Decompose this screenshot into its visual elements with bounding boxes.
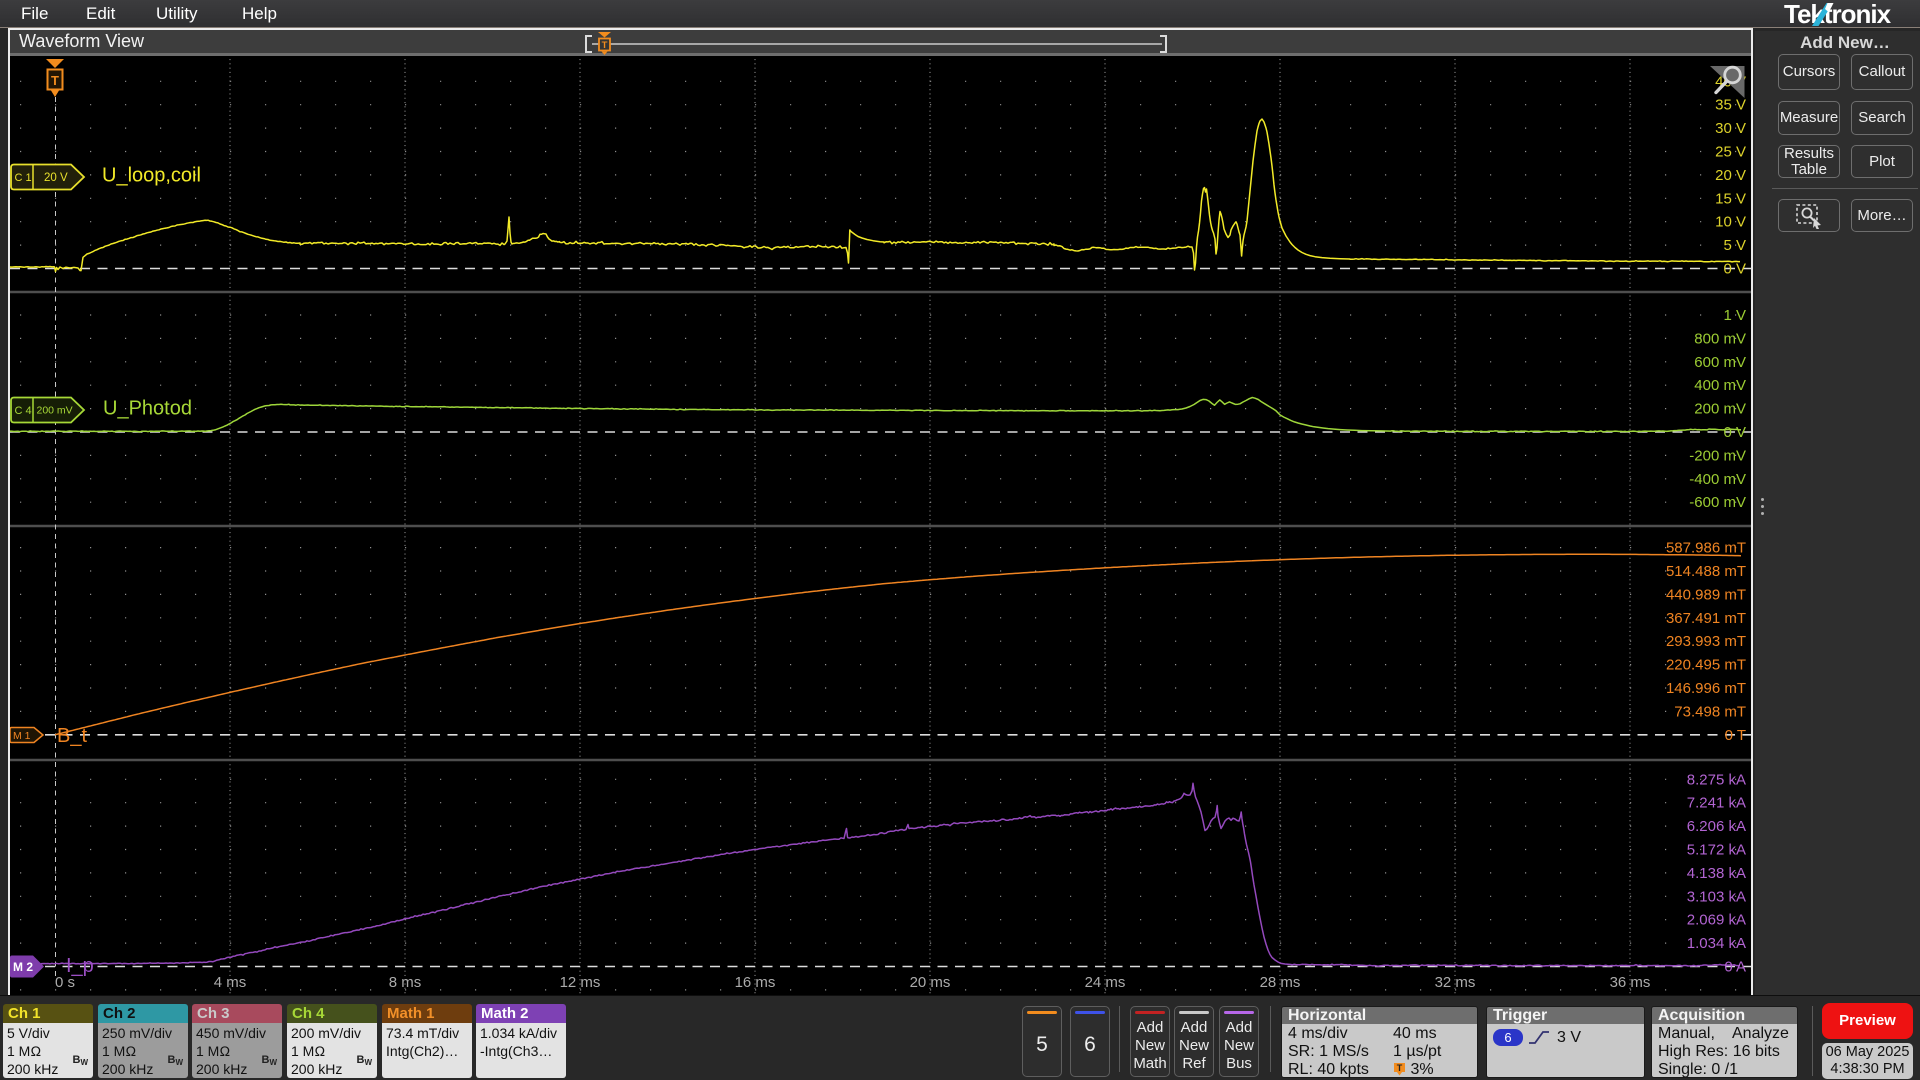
svg-text:4.138 kA: 4.138 kA <box>1687 865 1746 882</box>
svg-text:2.069 kA: 2.069 kA <box>1687 912 1746 929</box>
svg-text:36 ms: 36 ms <box>1610 974 1651 991</box>
svg-text:8 ms: 8 ms <box>389 974 422 991</box>
svg-text:800 mV: 800 mV <box>1694 330 1746 347</box>
svg-text:440.989 mT: 440.989 mT <box>1666 586 1746 603</box>
svg-text:7.241 kA: 7.241 kA <box>1687 795 1746 812</box>
svg-text:T: T <box>51 73 59 88</box>
svg-text:0 A: 0 A <box>1724 959 1746 976</box>
svg-text:200 mV: 200 mV <box>1694 401 1746 418</box>
svg-text:T: T <box>1397 1063 1403 1073</box>
svg-text:587.986 mT: 587.986 mT <box>1666 540 1746 557</box>
svg-text:T: T <box>602 40 608 51</box>
svg-text:200 mV: 200 mV <box>37 405 73 417</box>
svg-text:12 ms: 12 ms <box>560 974 601 991</box>
svg-text:-600 mV: -600 mV <box>1689 494 1746 511</box>
svg-text:8.275 kA: 8.275 kA <box>1687 771 1746 788</box>
svg-text:30 V: 30 V <box>1715 120 1746 137</box>
svg-text:C 1: C 1 <box>15 172 32 184</box>
svg-text:25 V: 25 V <box>1715 144 1746 161</box>
svg-text:600 mV: 600 mV <box>1694 354 1746 371</box>
svg-text:I_p: I_p <box>66 955 94 977</box>
svg-text:3.103 kA: 3.103 kA <box>1687 888 1746 905</box>
svg-text:220.495 mT: 220.495 mT <box>1666 657 1746 674</box>
svg-text:U_Photod: U_Photod <box>103 398 192 420</box>
svg-text:-400 mV: -400 mV <box>1689 471 1746 488</box>
svg-text:U_loop,coil: U_loop,coil <box>102 165 201 187</box>
svg-text:73.498 mT: 73.498 mT <box>1674 703 1746 720</box>
svg-text:M 1: M 1 <box>13 730 31 742</box>
svg-text:1 V: 1 V <box>1723 307 1746 324</box>
svg-text:1.034 kA: 1.034 kA <box>1687 935 1746 952</box>
svg-text:0 V: 0 V <box>1723 424 1746 441</box>
svg-text:20 ms: 20 ms <box>910 974 951 991</box>
svg-text:20 V: 20 V <box>1715 167 1746 184</box>
svg-text:0 T: 0 T <box>1725 727 1746 744</box>
svg-text:24 ms: 24 ms <box>1085 974 1126 991</box>
svg-text:5.172 kA: 5.172 kA <box>1687 842 1746 859</box>
svg-text:Tektronix: Tektronix <box>1784 0 1892 29</box>
svg-text:35 V: 35 V <box>1715 97 1746 114</box>
svg-text:400 mV: 400 mV <box>1694 377 1746 394</box>
svg-text:15 V: 15 V <box>1715 190 1746 207</box>
svg-text:-200 mV: -200 mV <box>1689 447 1746 464</box>
svg-text:C 4: C 4 <box>15 405 32 417</box>
svg-text:293.993 mT: 293.993 mT <box>1666 633 1746 650</box>
svg-text:5 V: 5 V <box>1723 237 1746 254</box>
svg-text:0 V: 0 V <box>1723 261 1746 278</box>
svg-text:16 ms: 16 ms <box>735 974 776 991</box>
svg-text:514.488 mT: 514.488 mT <box>1666 563 1746 580</box>
svg-text:B_t: B_t <box>57 725 87 747</box>
svg-text:10 V: 10 V <box>1715 214 1746 231</box>
svg-text:367.491 mT: 367.491 mT <box>1666 610 1746 627</box>
svg-text:20 V: 20 V <box>44 172 68 184</box>
svg-text:6.206 kA: 6.206 kA <box>1687 818 1746 835</box>
svg-text:146.996 mT: 146.996 mT <box>1666 680 1746 697</box>
svg-text:32 ms: 32 ms <box>1435 974 1476 991</box>
svg-text:28 ms: 28 ms <box>1260 974 1301 991</box>
svg-text:M 2: M 2 <box>13 960 33 974</box>
svg-text:4 ms: 4 ms <box>214 974 247 991</box>
